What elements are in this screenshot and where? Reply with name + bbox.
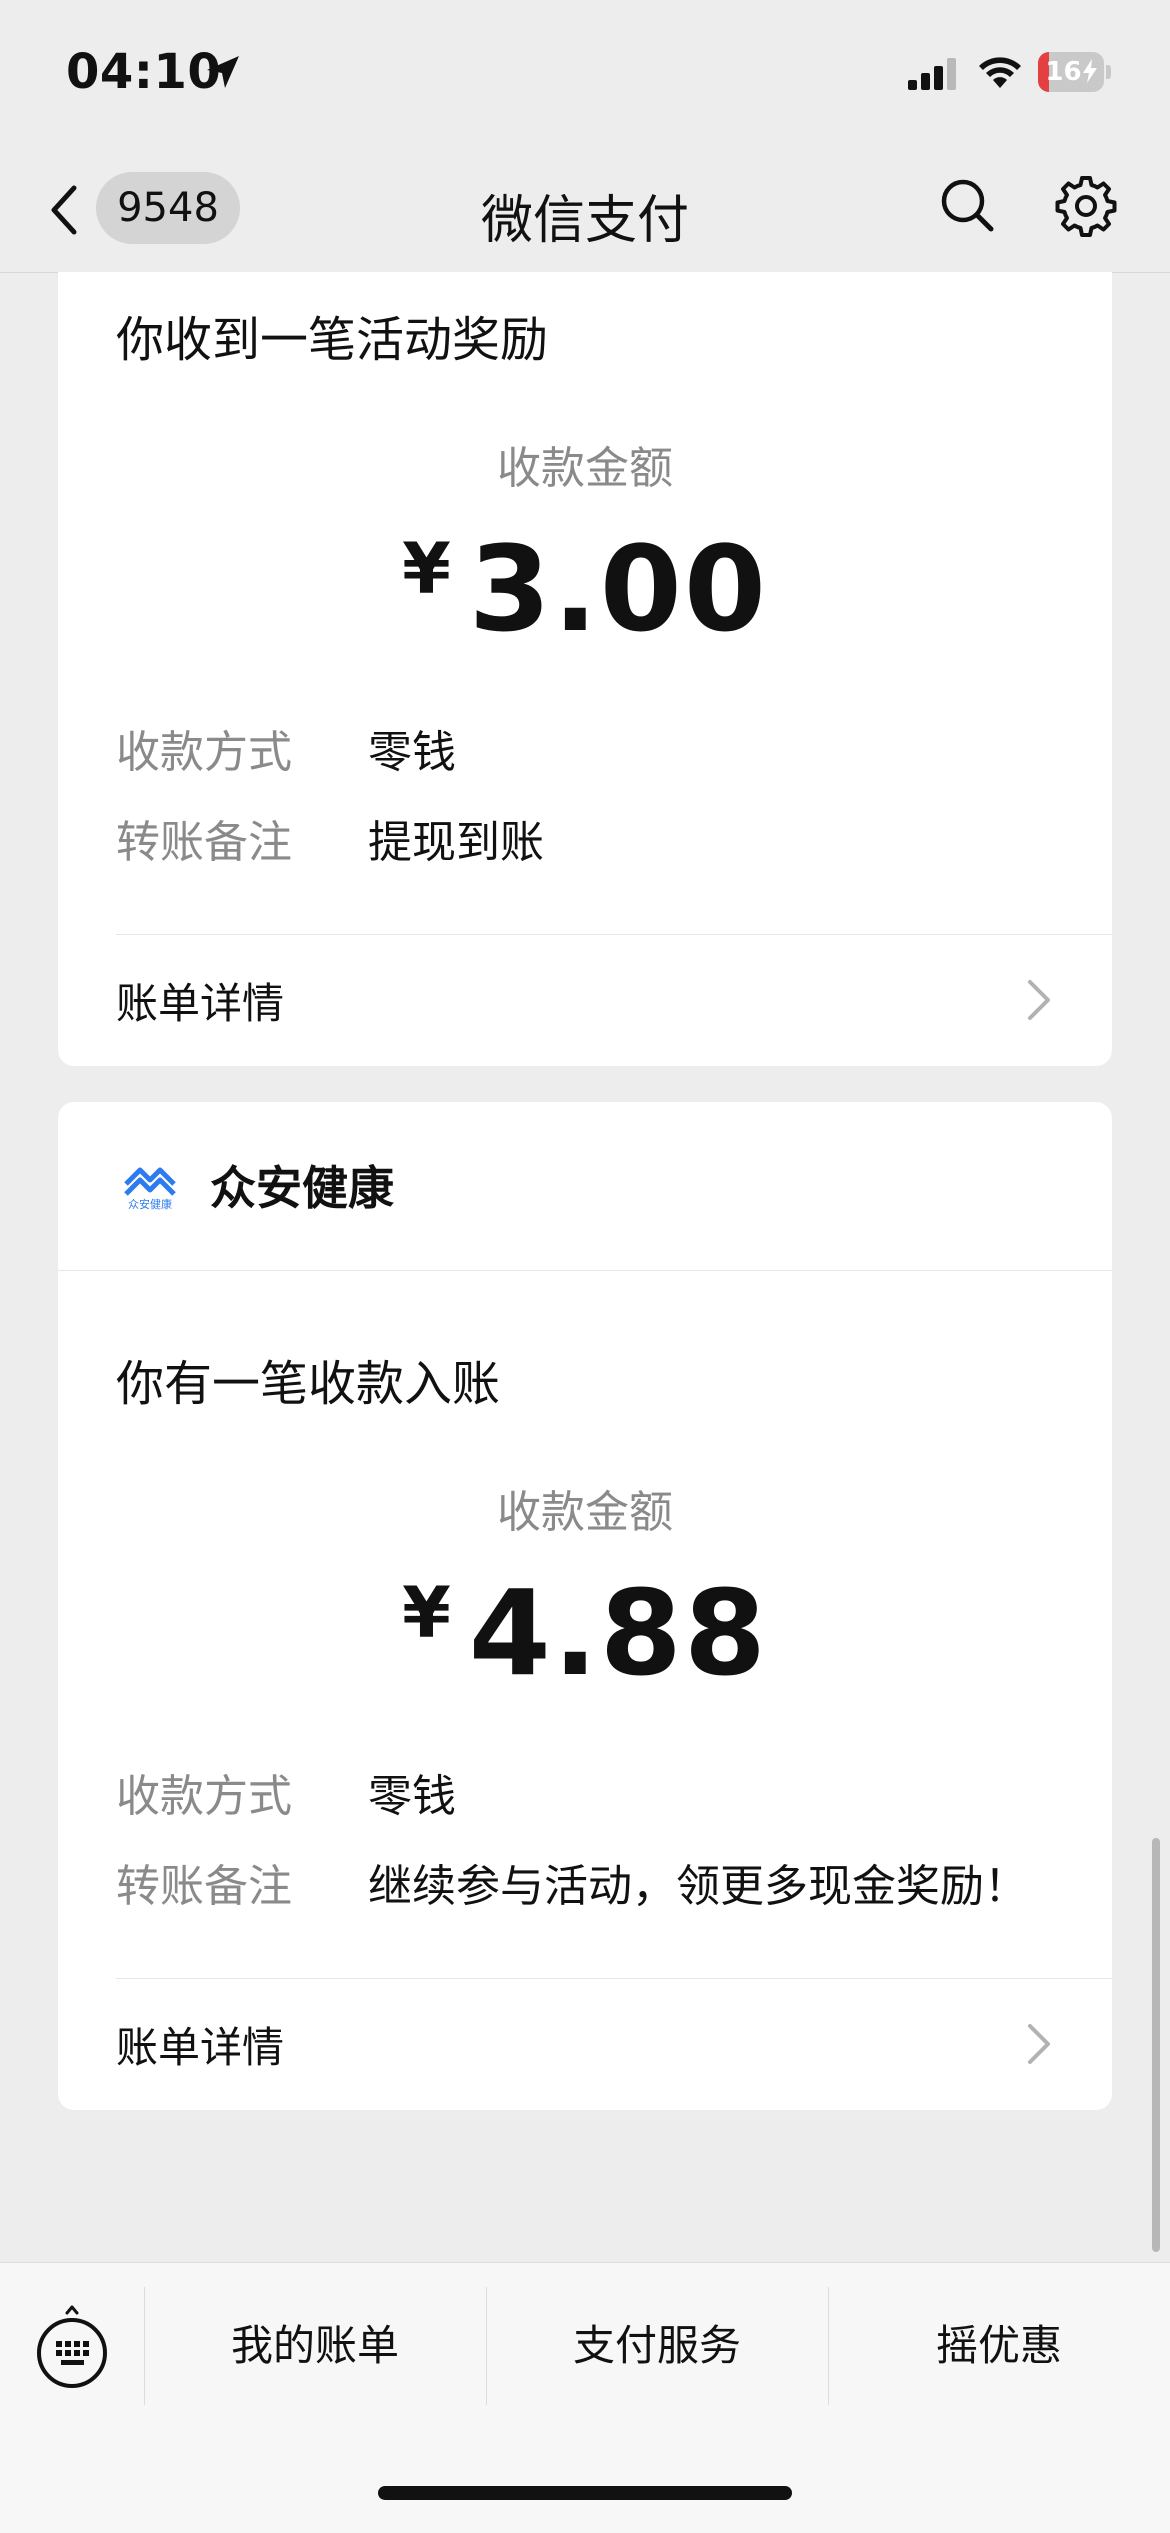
menu-item-payment-services[interactable]: 支付服务 — [487, 2287, 827, 2405]
scrollbar[interactable] — [1152, 1838, 1160, 2252]
amount-label: 收款金额 — [497, 1487, 673, 1538]
cellular-signal-icon — [908, 58, 956, 90]
reward-card: 你收到一笔活动奖励 收款金额 ¥3.00 收款方式 零钱 转账备注 提现到账 账… — [58, 272, 1112, 1066]
income-card: 众安健康 众安健康 你有一笔收款入账 收款金额 ¥4.88 收款方式 零钱 转账… — [58, 1102, 1112, 2110]
currency-symbol: ¥ — [402, 1572, 451, 1654]
payment-method-value: 零钱 — [368, 727, 456, 778]
divider — [116, 1978, 1112, 1979]
home-indicator[interactable] — [378, 2486, 792, 2500]
status-time: 04:10 — [66, 44, 222, 100]
search-icon[interactable] — [938, 176, 996, 234]
menu-item-my-bills[interactable]: 我的账单 — [145, 2287, 485, 2405]
bill-details-label: 账单详情 — [116, 979, 285, 1028]
transfer-note-value: 继续参与活动，领更多现金奖励！ — [368, 1861, 1028, 1912]
amount-value: 4.88 — [468, 1564, 768, 1702]
keyboard-icon[interactable] — [34, 2303, 110, 2393]
transfer-note-value: 提现到账 — [368, 817, 544, 868]
battery-cap — [1106, 65, 1111, 79]
card-headline: 你收到一笔活动奖励 — [116, 312, 549, 368]
amount-value: 3.00 — [468, 520, 768, 658]
battery-body: 16 — [1038, 52, 1104, 92]
battery-percent: 16 — [1038, 52, 1104, 92]
transfer-note-label: 转账备注 — [116, 817, 292, 868]
status-bar: 04:10 16 — [0, 0, 1170, 150]
chevron-right-icon — [1028, 2024, 1050, 2064]
merchant-name: 众安健康 — [210, 1161, 394, 1215]
nav-bar: 9548 微信支付 — [0, 150, 1170, 273]
logo-text: 众安健康 — [128, 1197, 172, 1210]
chevron-right-icon — [1028, 980, 1050, 1020]
battery-indicator: 16 — [1038, 52, 1111, 92]
charging-bolt-icon — [1082, 59, 1097, 83]
payment-method-label: 收款方式 — [116, 727, 292, 778]
transfer-note-label: 转账备注 — [116, 1861, 292, 1912]
payment-method-value: 零钱 — [368, 1771, 456, 1822]
amount-label: 收款金额 — [497, 443, 673, 494]
bill-details-link[interactable]: 账单详情 — [58, 1980, 1112, 2110]
bill-details-label: 账单详情 — [116, 2023, 285, 2072]
zhongan-health-logo-icon: 众安健康 — [124, 1167, 176, 1210]
amount-display: ¥3.00 — [58, 520, 1112, 658]
bill-details-link[interactable]: 账单详情 — [58, 936, 1112, 1066]
merchant-header[interactable]: 众安健康 众安健康 — [58, 1102, 1112, 1271]
location-arrow-icon — [207, 56, 239, 88]
payment-method-label: 收款方式 — [116, 1771, 292, 1822]
card-headline: 你有一笔收款入账 — [116, 1356, 501, 1412]
gear-icon[interactable] — [1054, 174, 1118, 238]
currency-symbol: ¥ — [402, 528, 451, 610]
menu-item-shake-offers[interactable]: 摇优惠 — [829, 2287, 1169, 2405]
wifi-icon — [979, 57, 1021, 88]
amount-display: ¥4.88 — [58, 1564, 1112, 1702]
divider — [116, 934, 1112, 935]
